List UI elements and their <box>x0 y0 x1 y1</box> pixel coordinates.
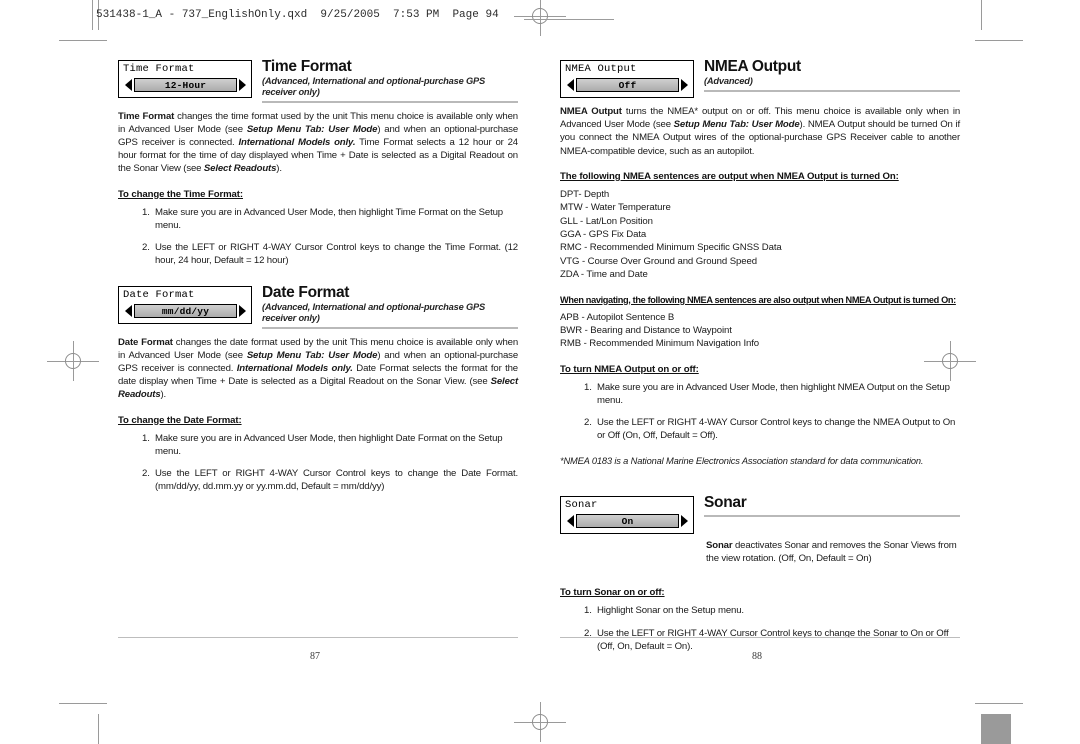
nmea-sentence-list-1: DPT- Depth MTW - Water Temperature GLL -… <box>560 188 960 282</box>
list-item: MTW - Water Temperature <box>560 202 671 214</box>
crop-mark-top-right-vertical <box>981 0 983 30</box>
list-item: APB - Autopilot Sentence B <box>560 311 675 323</box>
footer-rule <box>118 636 518 638</box>
header-rule-left <box>92 0 94 30</box>
footer-rule <box>560 636 960 638</box>
date-format-subhead: To change the Date Format: <box>118 414 242 426</box>
page-left: Time Format 12-Hour Time Format (Advance… <box>118 44 538 694</box>
list-item: ZDA - Time and Date <box>560 269 648 281</box>
page-number-right: 88 <box>752 651 762 662</box>
crop-mark-top-left-horizontal <box>59 40 107 42</box>
list-item: VTG - Course Over Ground and Ground Spee… <box>560 255 757 267</box>
arrow-right-icon[interactable] <box>681 515 688 527</box>
arrow-right-icon[interactable] <box>239 79 246 91</box>
registration-mark-bottom <box>514 702 566 742</box>
arrow-left-icon[interactable] <box>125 305 132 317</box>
sonar-subhead: To turn Sonar on or off: <box>560 587 665 599</box>
section-title: Time Format <box>262 58 352 75</box>
section-rule <box>262 327 518 329</box>
widget-title: Time Format <box>123 63 195 75</box>
list-item: BWR - Bearing and Distance to Waypoint <box>560 325 732 337</box>
file-header-text: 531438-1_A - 737_EnglishOnly.qxd 9/25/20… <box>96 9 499 21</box>
list-item: Use the LEFT or RIGHT 4-WAY Cursor Contr… <box>142 241 518 267</box>
section-rule <box>704 90 960 92</box>
section-title: NMEA Output <box>704 58 801 75</box>
nmea-sentence-list-2: APB - Autopilot Sentence B BWR - Bearing… <box>560 311 960 351</box>
time-format-subhead: To change the Time Format: <box>118 188 243 200</box>
crop-mark-bottom-left-vertical <box>98 714 100 744</box>
nmea-sentences-heading-1: The following NMEA sentences are output … <box>560 170 899 182</box>
page-number-left: 87 <box>310 651 320 662</box>
widget-value: On <box>576 514 679 528</box>
list-item: Make sure you are in Advanced User Mode,… <box>142 432 503 457</box>
section-rule <box>704 515 960 517</box>
list-item: GGA - GPS Fix Data <box>560 229 647 241</box>
list-item: Use the LEFT or RIGHT 4-WAY Cursor Contr… <box>584 627 949 652</box>
sonar-steps: Highlight Sonar on the Setup menu. Use t… <box>560 604 960 653</box>
widget-value: 12-Hour <box>134 78 237 92</box>
section-title: Sonar <box>704 494 747 511</box>
arrow-right-icon[interactable] <box>681 79 688 91</box>
nmea-steps: Make sure you are in Advanced User Mode,… <box>560 381 960 443</box>
list-item: RMB - Recommended Minimum Navigation Inf… <box>560 338 760 350</box>
list-item: Use the LEFT or RIGHT 4-WAY Cursor Contr… <box>142 467 518 493</box>
widget-title: Date Format <box>123 289 195 301</box>
arrow-left-icon[interactable] <box>125 79 132 91</box>
list-item: GLL - Lat/Lon Position <box>560 215 653 227</box>
section-subtitle: (Advanced) <box>704 76 753 86</box>
registration-mark-left <box>47 341 99 381</box>
sonar-description: Sonar deactivates Sonar and removes the … <box>706 540 957 565</box>
nmea-footnote: *NMEA 0183 is a National Marine Electron… <box>560 455 924 466</box>
section-time-format: Time Format 12-Hour Time Format (Advance… <box>118 58 518 276</box>
section-date-format: Date Format mm/dd/yy Date Format (Advanc… <box>118 284 518 502</box>
list-item: Use the LEFT or RIGHT 4-WAY Cursor Contr… <box>584 416 956 442</box>
nmea-description: NMEA Output turns the NMEA* output on or… <box>560 106 961 157</box>
widget-title: Sonar <box>565 499 598 511</box>
section-nmea-output: NMEA Output Off NMEA Output (Advanced) N… <box>560 58 960 468</box>
widget-value: Off <box>576 78 679 92</box>
arrow-left-icon[interactable] <box>567 515 574 527</box>
page-right: NMEA Output Off NMEA Output (Advanced) N… <box>560 44 980 694</box>
section-subtitle: (Advanced, International and optional-pu… <box>262 302 485 323</box>
section-title: Date Format <box>262 284 350 301</box>
section-subtitle: (Advanced, International and optional-pu… <box>262 76 485 97</box>
menu-widget-time-format[interactable]: Time Format 12-Hour <box>118 60 252 98</box>
nmea-subhead: To turn NMEA Output on or off: <box>560 363 699 375</box>
menu-widget-nmea-output[interactable]: NMEA Output Off <box>560 60 694 98</box>
date-format-steps: Make sure you are in Advanced User Mode,… <box>118 432 518 494</box>
date-format-description: Date Format changes the date format used… <box>118 336 519 401</box>
section-rule <box>262 101 518 103</box>
arrow-left-icon[interactable] <box>567 79 574 91</box>
menu-widget-sonar[interactable]: Sonar On <box>560 496 694 534</box>
crop-mark-bottom-right-horizontal <box>975 703 1023 705</box>
list-item: RMC - Recommended Minimum Specific GNSS … <box>560 242 782 254</box>
crop-mark-bottom-right-vertical <box>981 714 1011 744</box>
menu-widget-date-format[interactable]: Date Format mm/dd/yy <box>118 286 252 324</box>
time-format-description: Time Format changes the time format used… <box>118 110 519 175</box>
time-format-steps: Make sure you are in Advanced User Mode,… <box>118 206 518 268</box>
widget-title: NMEA Output <box>565 63 637 75</box>
list-item: Make sure you are in Advanced User Mode,… <box>142 206 503 231</box>
list-item: Highlight Sonar on the Setup menu. <box>584 604 744 617</box>
crop-mark-top-right-horizontal <box>975 40 1023 42</box>
nmea-sentences-heading-2: When navigating, the following NMEA sent… <box>560 294 956 305</box>
list-item: Make sure you are in Advanced User Mode,… <box>584 381 950 407</box>
arrow-right-icon[interactable] <box>239 305 246 317</box>
widget-value: mm/dd/yy <box>134 304 237 318</box>
list-item: DPT- Depth <box>560 188 610 200</box>
crop-mark-bottom-left-horizontal <box>59 703 107 705</box>
registration-mark-top <box>514 0 566 36</box>
header-rule-right <box>524 19 614 21</box>
